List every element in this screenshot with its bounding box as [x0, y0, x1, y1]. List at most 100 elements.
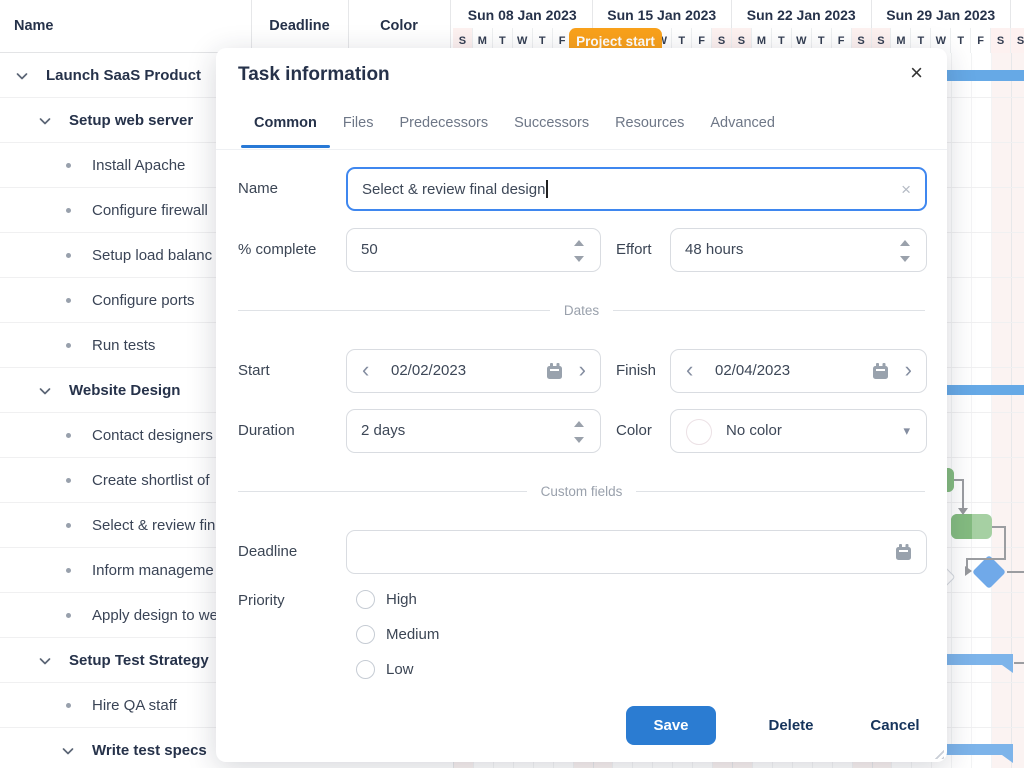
- bullet-icon: [66, 298, 71, 303]
- resize-handle[interactable]: [931, 746, 944, 759]
- name-input[interactable]: Select & review final design ×: [346, 167, 927, 211]
- name-label: Name: [238, 167, 278, 211]
- tab-files[interactable]: Files: [330, 114, 387, 148]
- step-up-icon[interactable]: [574, 240, 584, 246]
- task-name: Setup load balanc: [92, 233, 212, 278]
- week-header-cell: Sun 15 Jan 2023: [593, 0, 733, 28]
- task-information-dialog: Task information × Common Files Predeces…: [216, 48, 947, 762]
- save-button[interactable]: Save: [626, 706, 716, 745]
- finish-date-input[interactable]: ‹ 02/04/2023 ›: [670, 349, 927, 393]
- tab-bar: Common Files Predecessors Successors Res…: [241, 114, 788, 148]
- column-header-deadline[interactable]: Deadline: [251, 0, 348, 53]
- tab-advanced[interactable]: Advanced: [697, 114, 788, 148]
- column-divider: [251, 0, 252, 53]
- number-stepper[interactable]: [574, 238, 584, 264]
- tab-divider: [216, 149, 947, 150]
- tab-common[interactable]: Common: [241, 114, 330, 148]
- chevron-down-icon[interactable]: [60, 743, 76, 759]
- chevron-down-icon[interactable]: [37, 113, 53, 129]
- week-header-cell: Sun 22 Jan 2023: [732, 0, 872, 28]
- percent-value: 50: [361, 229, 378, 271]
- number-stepper[interactable]: [574, 419, 584, 445]
- priority-radio-medium[interactable]: Medium: [356, 623, 556, 647]
- week-header-cell: Sun 29 Jan 2023: [872, 0, 1012, 28]
- task-name: Website Design: [69, 368, 180, 413]
- task-name: Configure ports: [92, 278, 195, 323]
- dialog-title: Task information: [238, 64, 390, 86]
- clear-icon[interactable]: ×: [901, 169, 911, 211]
- step-down-icon[interactable]: [900, 256, 910, 262]
- dependency-line: [962, 479, 964, 510]
- chevron-down-icon[interactable]: ▾: [903, 410, 910, 452]
- grid-header: Name Deadline Color Sun 08 Jan 2023Sun 1…: [0, 0, 1024, 53]
- day-header-cell: S: [991, 28, 1011, 53]
- bullet-icon: [66, 208, 71, 213]
- column-header-color[interactable]: Color: [348, 0, 450, 53]
- delete-button[interactable]: Delete: [741, 706, 841, 745]
- color-select[interactable]: No color ▾: [670, 409, 927, 453]
- color-swatch: [686, 419, 712, 445]
- dependency-arrow: [965, 566, 972, 576]
- dates-divider-label: Dates: [550, 303, 613, 318]
- chevron-right-icon[interactable]: ›: [579, 350, 586, 390]
- chevron-right-icon[interactable]: ›: [905, 350, 912, 390]
- chevron-left-icon[interactable]: ‹: [686, 350, 693, 390]
- priority-radio-high[interactable]: High: [356, 588, 556, 612]
- column-header-name[interactable]: Name: [14, 0, 54, 53]
- effort-input[interactable]: 48 hours: [670, 228, 927, 272]
- calendar-icon[interactable]: [873, 366, 888, 379]
- radio-icon[interactable]: [356, 590, 375, 609]
- chevron-down-icon[interactable]: [37, 383, 53, 399]
- cancel-button[interactable]: Cancel: [845, 706, 945, 745]
- priority-radio-low[interactable]: Low: [356, 658, 556, 682]
- day-header-cell: S: [1011, 28, 1024, 53]
- chevron-down-icon[interactable]: [37, 653, 53, 669]
- task-name: Hire QA staff: [92, 683, 177, 728]
- tab-predecessors[interactable]: Predecessors: [386, 114, 501, 148]
- custom-fields-divider: Custom fields: [238, 483, 925, 499]
- dependency-line: [1007, 571, 1024, 573]
- chevron-left-icon[interactable]: ‹: [362, 350, 369, 390]
- duration-input[interactable]: 2 days: [346, 409, 601, 453]
- color-label: Color: [616, 409, 652, 453]
- close-icon[interactable]: ×: [910, 62, 923, 84]
- tab-successors[interactable]: Successors: [501, 114, 602, 148]
- day-header-cell: T: [951, 28, 971, 53]
- day-header-cell: F: [971, 28, 991, 53]
- step-up-icon[interactable]: [574, 421, 584, 427]
- step-down-icon[interactable]: [574, 437, 584, 443]
- timeline-week-header: Sun 08 Jan 2023Sun 15 Jan 2023Sun 22 Jan…: [450, 0, 1024, 28]
- duration-label: Duration: [238, 409, 295, 453]
- start-date-input[interactable]: ‹ 02/02/2023 ›: [346, 349, 601, 393]
- finish-date-value: 02/04/2023: [715, 350, 790, 392]
- calendar-icon[interactable]: [547, 366, 562, 379]
- step-down-icon[interactable]: [574, 256, 584, 262]
- bullet-icon: [66, 523, 71, 528]
- deadline-input[interactable]: [346, 530, 927, 574]
- custom-fields-divider-label: Custom fields: [527, 484, 637, 499]
- dependency-arrow: [958, 508, 968, 515]
- bullet-icon: [66, 568, 71, 573]
- task-name: Contact designers: [92, 413, 213, 458]
- task-name: Inform manageme: [92, 548, 214, 593]
- task-name: Apply design to we: [92, 593, 218, 638]
- percent-complete-input[interactable]: 50: [346, 228, 601, 272]
- bullet-icon: [66, 703, 71, 708]
- chevron-down-icon[interactable]: [14, 68, 30, 84]
- bullet-icon: [66, 433, 71, 438]
- calendar-icon[interactable]: [896, 547, 911, 560]
- step-up-icon[interactable]: [900, 240, 910, 246]
- tab-resources[interactable]: Resources: [602, 114, 697, 148]
- task-bar[interactable]: [951, 514, 992, 539]
- dates-section-divider: Dates: [238, 302, 925, 318]
- radio-label: Low: [386, 658, 414, 682]
- bullet-icon: [66, 163, 71, 168]
- radio-icon[interactable]: [356, 625, 375, 644]
- task-name: Create shortlist of: [92, 458, 210, 503]
- task-name: Run tests: [92, 323, 155, 368]
- duration-value: 2 days: [361, 410, 405, 452]
- number-stepper[interactable]: [900, 238, 910, 264]
- bullet-icon: [66, 343, 71, 348]
- radio-icon[interactable]: [356, 660, 375, 679]
- task-name: Write test specs: [92, 728, 207, 768]
